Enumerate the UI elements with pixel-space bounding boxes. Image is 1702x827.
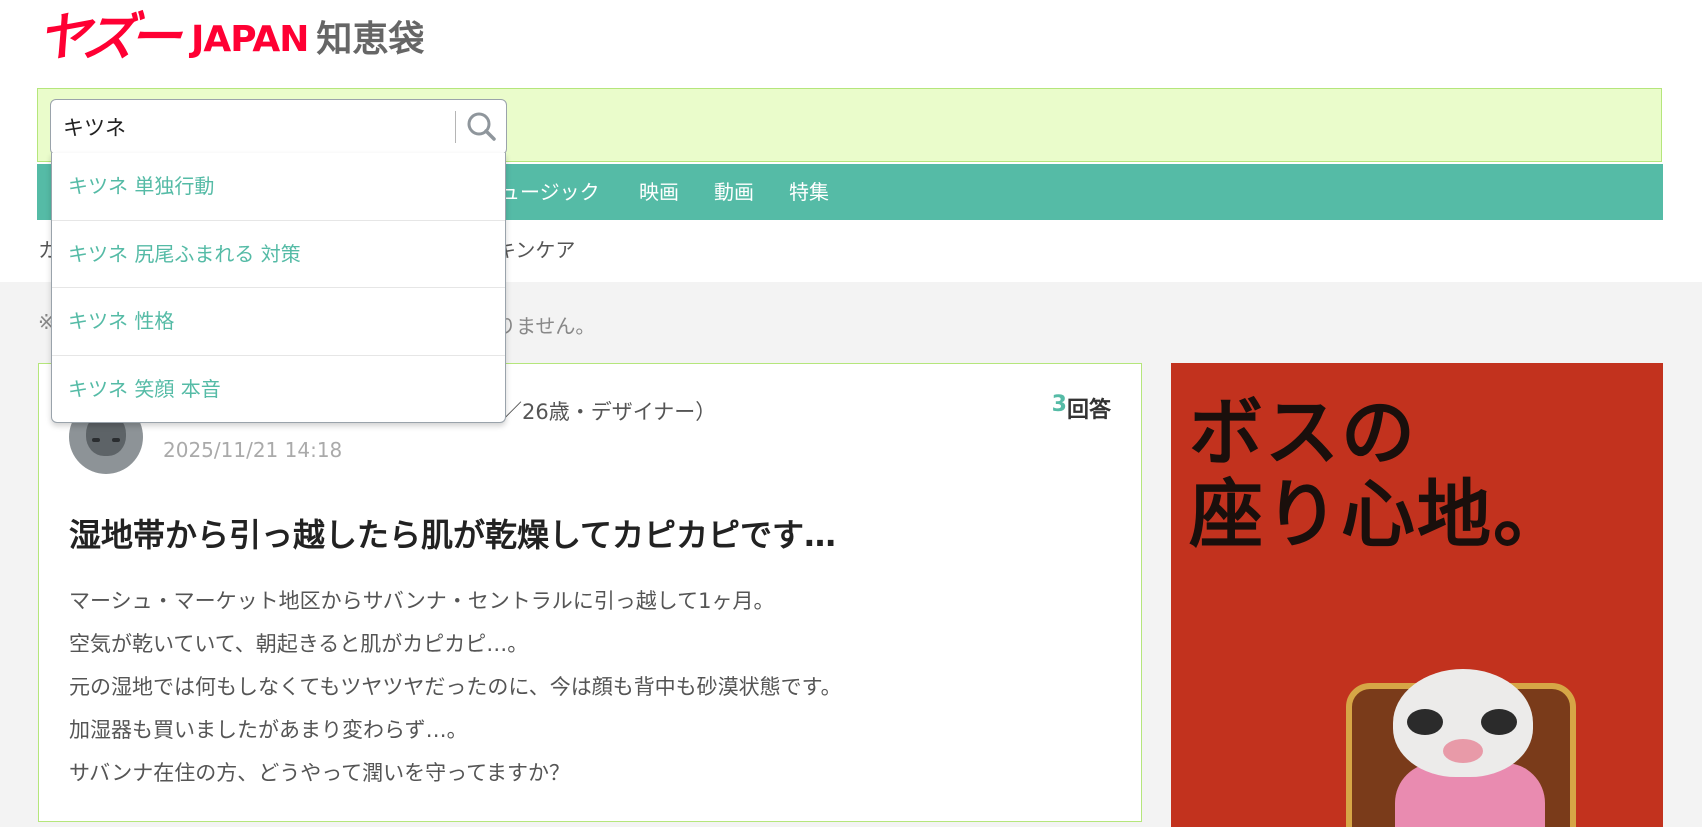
logo-mark: ヤズー — [33, 8, 179, 68]
subnav-item-skincare[interactable]: キンケア — [496, 234, 575, 263]
suggestion-item[interactable]: キツネ 単独行動 — [52, 153, 505, 221]
nav-item-feature[interactable]: 特集 — [789, 164, 829, 220]
search-box — [50, 99, 507, 155]
logo-brand: JAPAN — [191, 19, 309, 60]
question-body-line: 空気が乾いていて、朝起きると肌がカピカピ…。 — [69, 632, 529, 656]
post-date: 2025/11/21 14:18 — [163, 438, 343, 462]
question-body-line: 元の湿地では何もしなくてもツヤツヤだったのに、今は顔も背中も砂漠状態です。 — [69, 675, 842, 699]
notice-text: りません。 — [496, 314, 596, 338]
logo-service-name: 知恵袋 — [316, 19, 425, 60]
search-icon — [467, 112, 496, 141]
ad-character-image — [1393, 669, 1533, 777]
question-body: マーシュ・マーケット地区からサバンナ・セントラルに引っ越して1ヶ月。 空気が乾い… — [69, 580, 842, 795]
question-card[interactable]: セイ／26歳・デザイナー） 2025/11/21 14:18 3 回答 湿地帯か… — [38, 363, 1142, 822]
answer-count-label: 回答 — [1066, 398, 1111, 423]
question-body-line: マーシュ・マーケット地区からサバンナ・セントラルに引っ越して1ヶ月。 — [69, 589, 775, 613]
search-divider — [455, 111, 456, 143]
ad-headline-line2: 座り心地。 — [1189, 472, 1569, 558]
suggestion-item[interactable]: キツネ 性格 — [52, 288, 505, 356]
ad-banner[interactable]: ボスの 座り心地。 — [1171, 363, 1663, 827]
search-input[interactable] — [63, 112, 443, 142]
ad-character-nose — [1443, 739, 1483, 763]
search-suggestions: キツネ 単独行動 キツネ 尻尾ふまれる 対策 キツネ 性格 キツネ 笑顔 本音 — [51, 153, 506, 423]
avatar-eye-left — [92, 438, 100, 442]
ad-character-eye-right — [1481, 709, 1517, 735]
question-body-line: サバンナ在住の方、どうやって潤いを守ってますか？ — [69, 761, 571, 785]
answer-count-number: 3 — [1051, 392, 1067, 417]
site-logo[interactable]: ヤズー JAPAN 知恵袋 — [33, 4, 425, 68]
suggestion-item[interactable]: キツネ 尻尾ふまれる 対策 — [52, 221, 505, 288]
question-title[interactable]: 湿地帯から引っ越したら肌が乾燥してカピカピです… — [69, 510, 836, 556]
nav-item-movie[interactable]: 映画 — [639, 164, 679, 220]
search-button[interactable] — [461, 106, 501, 148]
answer-count[interactable]: 3 回答 — [1052, 392, 1111, 424]
avatar-eye-right — [112, 438, 120, 442]
suggestion-item[interactable]: キツネ 笑顔 本音 — [52, 356, 505, 424]
ad-character-eye-left — [1407, 709, 1443, 735]
question-body-line: 加湿器も買いましたがあまり変わらず…。 — [69, 718, 468, 742]
nav-item-music[interactable]: ュージック — [500, 164, 600, 220]
nav-item-video[interactable]: 動画 — [714, 164, 754, 220]
